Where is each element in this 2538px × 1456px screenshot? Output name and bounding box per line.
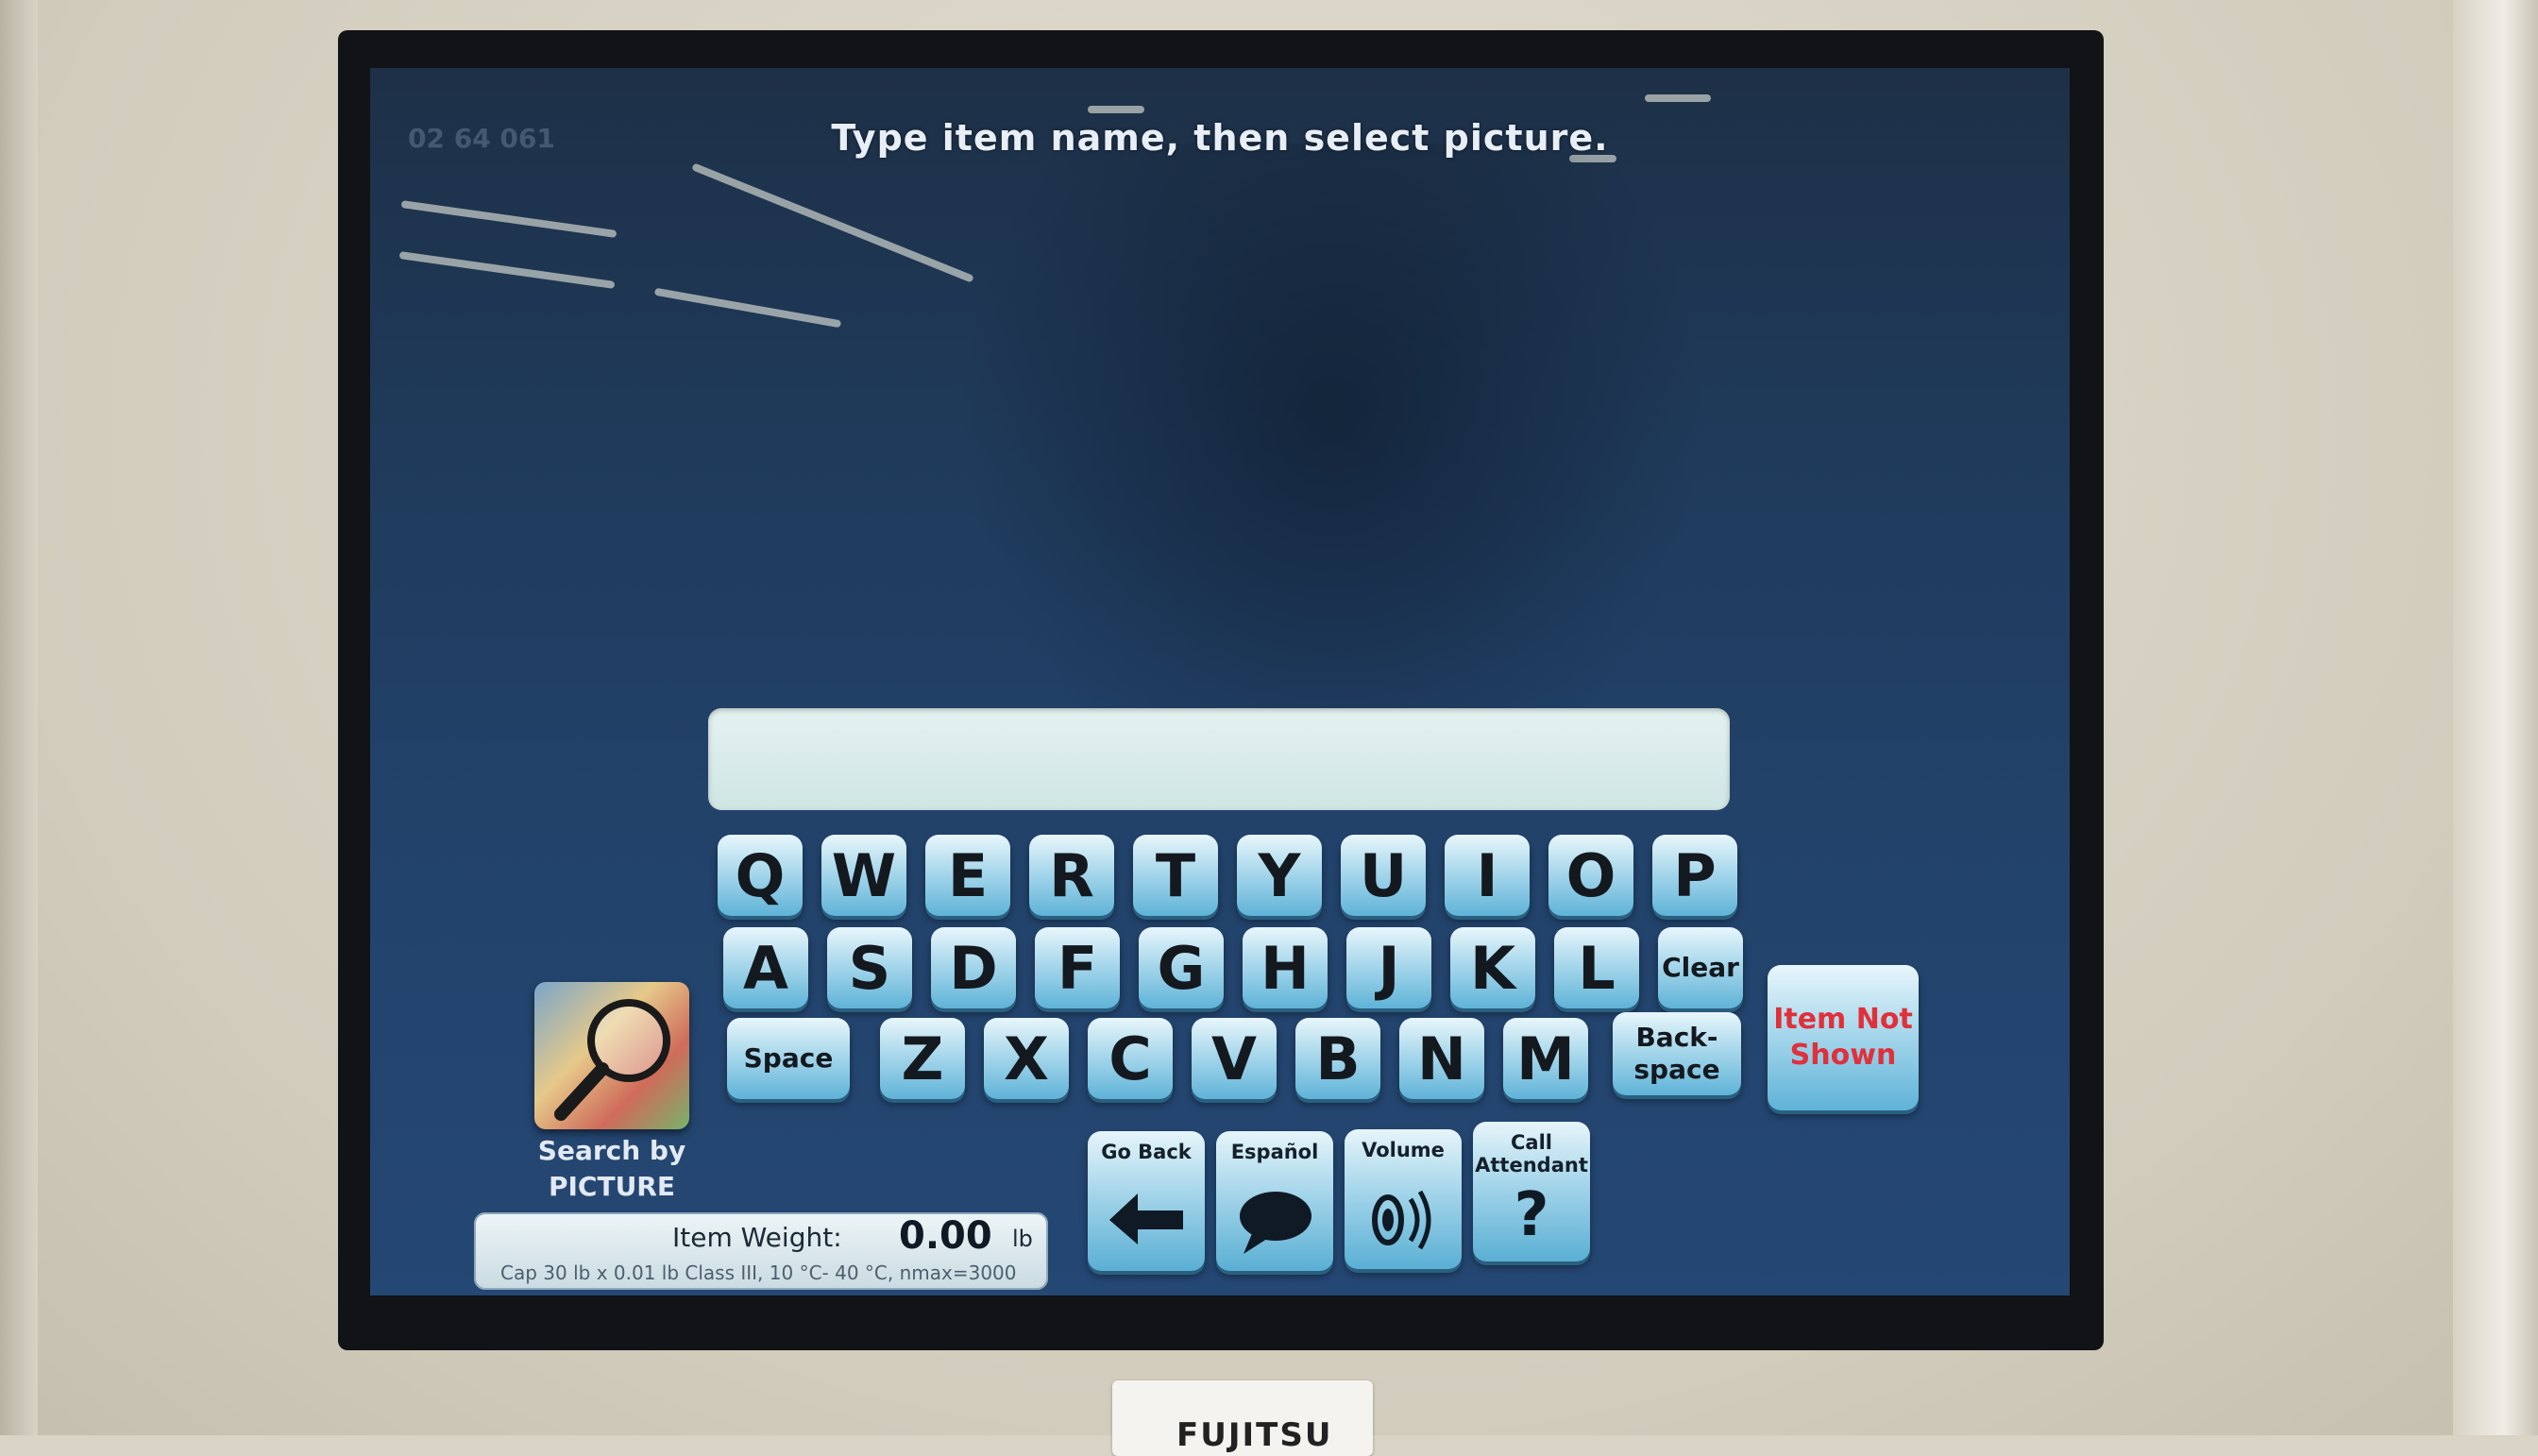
light-reflection — [398, 251, 616, 289]
key-k[interactable]: K — [1450, 927, 1535, 1008]
key-l[interactable]: L — [1554, 927, 1639, 1008]
key-d[interactable]: D — [931, 927, 1016, 1008]
brand-label: FUJITSU — [1176, 1416, 1333, 1454]
key-g[interactable]: G — [1139, 927, 1224, 1008]
key-m[interactable]: M — [1503, 1018, 1588, 1099]
call-attendant-button[interactable]: Call Attendant ? — [1473, 1122, 1590, 1261]
back-arrow-icon — [1088, 1186, 1205, 1256]
item-weight-label: Item Weight: — [672, 1222, 842, 1253]
key-p[interactable]: P — [1652, 835, 1737, 916]
key-f[interactable]: F — [1035, 927, 1120, 1008]
light-reflection — [1645, 94, 1711, 102]
espanol-button[interactable]: Español — [1216, 1131, 1333, 1271]
instruction-prompt: Type item name, then select picture. — [831, 117, 1609, 159]
key-s[interactable]: S — [827, 927, 912, 1008]
item-search-input[interactable] — [708, 708, 1730, 810]
go-back-label: Go Back — [1101, 1141, 1192, 1163]
light-reflection — [1088, 106, 1144, 113]
magnifier-icon — [554, 999, 670, 1121]
search-by-picture-button[interactable] — [534, 982, 689, 1129]
volume-label: Volume — [1362, 1139, 1445, 1161]
key-c[interactable]: C — [1088, 1018, 1173, 1099]
space-button[interactable]: Space — [727, 1018, 850, 1099]
call-attendant-label: Call Attendant — [1475, 1131, 1588, 1177]
bezel-edge-left — [0, 0, 38, 1435]
key-e[interactable]: E — [925, 835, 1010, 916]
key-i[interactable]: I — [1445, 835, 1530, 916]
brand-label-card: FUJITSU — [1112, 1380, 1373, 1456]
key-r[interactable]: R — [1029, 835, 1114, 916]
speech-bubble-icon — [1216, 1186, 1333, 1261]
search-by-label: Search by — [537, 1135, 686, 1166]
speaker-icon — [1345, 1184, 1462, 1260]
light-reflection — [653, 287, 842, 329]
key-t[interactable]: T — [1133, 835, 1218, 916]
key-n[interactable]: N — [1399, 1018, 1484, 1099]
bezel-edge-right — [2453, 0, 2538, 1435]
backspace-button[interactable]: Back- space — [1613, 1012, 1741, 1095]
scale-capacity-text: Cap 30 lb x 0.01 lb Class III, 10 °C- 40… — [500, 1261, 1017, 1284]
key-x[interactable]: X — [984, 1018, 1069, 1099]
item-weight-value: 0.00 — [899, 1214, 992, 1258]
key-q[interactable]: Q — [718, 835, 803, 916]
go-back-button[interactable]: Go Back — [1088, 1131, 1205, 1271]
light-reflection — [400, 200, 618, 238]
key-y[interactable]: Y — [1237, 835, 1322, 916]
light-reflection — [691, 162, 974, 283]
key-j[interactable]: J — [1346, 927, 1431, 1008]
espanol-label: Español — [1230, 1141, 1319, 1163]
item-weight-display: Item Weight: 0.00 lb Cap 30 lb x 0.01 lb… — [474, 1212, 1048, 1290]
key-w[interactable]: W — [821, 835, 906, 916]
key-u[interactable]: U — [1341, 835, 1426, 916]
key-a[interactable]: A — [723, 927, 808, 1008]
volume-button[interactable]: Volume — [1345, 1129, 1462, 1269]
key-b[interactable]: B — [1295, 1018, 1380, 1099]
key-z[interactable]: Z — [880, 1018, 965, 1099]
touch-screen: 02 64 061 Type item name, then select pi… — [370, 68, 2070, 1295]
item-weight-unit: lb — [1012, 1226, 1033, 1252]
key-v[interactable]: V — [1192, 1018, 1277, 1099]
clear-button[interactable]: Clear — [1658, 927, 1743, 1008]
key-h[interactable]: H — [1243, 927, 1328, 1008]
item-not-shown-button[interactable]: Item Not Shown — [1768, 965, 1919, 1110]
key-o[interactable]: O — [1548, 835, 1633, 916]
picture-label: PICTURE — [548, 1171, 675, 1202]
question-mark-icon: ? — [1514, 1180, 1549, 1250]
